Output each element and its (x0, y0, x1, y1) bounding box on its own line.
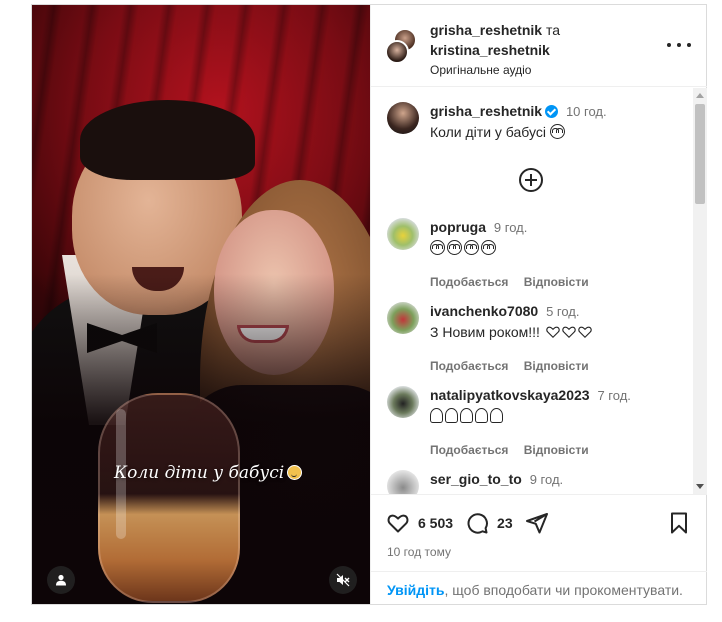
post-header: grisha_reshetnik та kristina_reshetnik О… (371, 5, 707, 87)
engagement-row: 6 503 23 (386, 511, 549, 535)
collaborator-username-link[interactable]: kristina_reshetnik (430, 42, 550, 58)
avatar[interactable] (387, 470, 419, 494)
heart-eyes-emoji (447, 240, 462, 255)
like-comment-button[interactable]: Подобається (430, 275, 508, 289)
verified-badge-icon (545, 105, 559, 118)
author-username-link[interactable]: grisha_reshetnik (430, 22, 542, 38)
heart-icon[interactable] (386, 511, 410, 535)
folded-hands-icon (445, 408, 458, 423)
post-side-panel: grisha_reshetnik та kristina_reshetnik О… (370, 5, 707, 604)
comment-username[interactable]: ser_gio_to_to (430, 471, 522, 487)
folded-hands-icon (430, 408, 443, 423)
heart-eyes-emoji (549, 124, 565, 139)
post-video[interactable]: Коли діти у бабусі (32, 5, 370, 604)
caption-username[interactable]: grisha_reshetnik (430, 103, 542, 119)
login-link[interactable]: Увійдіть (387, 582, 445, 598)
comments-list[interactable]: grisha_reshetnik 10 год. Коли діти у баб… (371, 88, 693, 494)
wine-glass (98, 393, 240, 603)
caption-text: Коли діти у бабусі (430, 124, 546, 140)
comment-username[interactable]: natalipyatkovskaya2023 (430, 387, 590, 403)
caption-text-row: Коли діти у бабусі (430, 123, 690, 141)
avatar[interactable] (387, 102, 419, 134)
like-comment-button[interactable]: Подобається (430, 443, 508, 457)
like-comment-button[interactable]: Подобається (430, 359, 508, 373)
scroll-down-arrow-icon[interactable] (696, 484, 704, 489)
grinning-sweat-emoji (287, 465, 303, 480)
heart-eyes-emoji (430, 240, 445, 255)
comment-username[interactable]: popruga (430, 219, 486, 235)
comment-text (430, 239, 690, 257)
heart-eyes-emoji (464, 240, 479, 255)
comment-actions: Подобається Відповісти (430, 273, 690, 291)
instagram-post: Коли діти у бабусі grisha_reshetnik та k… (31, 4, 707, 605)
dot-icon (687, 43, 691, 47)
comment-actions: Подобається Відповісти (430, 441, 690, 459)
avatar[interactable] (387, 386, 419, 418)
comment-time[interactable]: 5 год. (546, 304, 579, 319)
post-footer: 6 503 23 10 год тому Увійдіть, щоб вподо… (371, 494, 707, 604)
audio-link[interactable]: Оригінальне аудіо (430, 60, 560, 80)
post-timestamp[interactable]: 10 год тому (387, 545, 451, 559)
comment-text-value: З Новим роком!!! (430, 324, 540, 340)
more-options-button[interactable] (667, 35, 691, 55)
comment-icon[interactable] (465, 511, 489, 535)
share-icon[interactable] (525, 511, 549, 535)
comments-scrollbar[interactable] (693, 88, 707, 494)
collab-avatars[interactable] (385, 28, 419, 64)
scroll-up-arrow-icon[interactable] (696, 93, 704, 98)
comment-time[interactable]: 9 год. (494, 220, 527, 235)
white-heart-icon (578, 326, 592, 339)
comment-username[interactable]: ivanchenko7080 (430, 303, 538, 319)
dot-icon (667, 43, 671, 47)
video-caption-text: Коли діти у бабусі (114, 463, 285, 483)
dot-icon (677, 43, 681, 47)
scrollbar-thumb[interactable] (695, 104, 705, 204)
man-hair (80, 100, 255, 180)
login-prompt: Увійдіть, щоб вподобати чи прокоментуват… (371, 571, 707, 605)
white-heart-icon (562, 326, 576, 339)
connector-text: та (545, 22, 560, 38)
header-usernames: grisha_reshetnik та kristina_reshetnik О… (430, 20, 560, 80)
white-heart-icon (546, 326, 560, 339)
avatar[interactable] (387, 302, 419, 334)
caption-time[interactable]: 10 год. (566, 104, 607, 119)
reply-button[interactable]: Відповісти (524, 443, 589, 457)
login-prompt-text: , щоб вподобати чи прокоментувати. (444, 582, 683, 598)
folded-hands-icon (490, 408, 503, 423)
tagged-users-button[interactable] (47, 566, 75, 594)
folded-hands-icon (460, 408, 473, 423)
avatar (385, 40, 409, 64)
reply-button[interactable]: Відповісти (524, 275, 589, 289)
user-icon (56, 574, 66, 586)
comment-time[interactable]: 9 год. (530, 472, 563, 487)
speaker-muted-icon (336, 573, 350, 587)
folded-hands-icon (475, 408, 488, 423)
load-more-comments-button[interactable] (519, 168, 543, 192)
heart-eyes-emoji (481, 240, 496, 255)
comment-actions: Подобається Відповісти (430, 357, 690, 375)
comment-text (430, 407, 690, 425)
avatar[interactable] (387, 218, 419, 250)
mute-button[interactable] (329, 566, 357, 594)
likes-count[interactable]: 6 503 (418, 515, 453, 531)
comment-text: З Новим роком!!! (430, 323, 690, 341)
reply-button[interactable]: Відповісти (524, 359, 589, 373)
comments-count[interactable]: 23 (497, 515, 513, 531)
video-caption-overlay: Коли діти у бабусі (114, 463, 303, 483)
bookmark-icon[interactable] (667, 511, 691, 535)
comment-time[interactable]: 7 год. (597, 388, 630, 403)
